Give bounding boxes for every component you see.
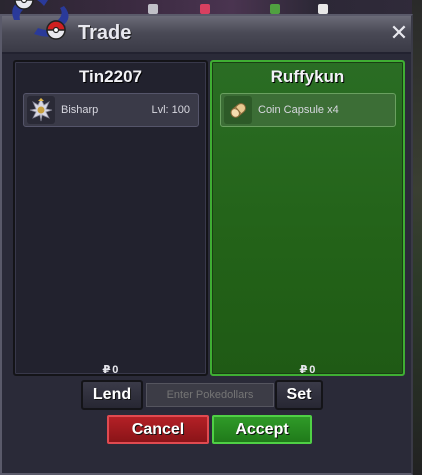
bisharp-icon — [27, 96, 55, 124]
left-player-name: Tin2207 — [78, 67, 142, 86]
pokedollar-symbol: ₽ — [299, 364, 308, 376]
window-title: Trade — [78, 22, 132, 44]
trade-item-level: Lvl: 100 — [151, 104, 190, 116]
cancel-button[interactable]: Cancel — [107, 415, 209, 444]
accept-button[interactable]: Accept — [212, 415, 312, 444]
trade-item-slot[interactable]: Coin Capsule x4 — [220, 93, 396, 127]
left-pokedollar-amount: ₽0 — [15, 363, 206, 376]
lend-button[interactable]: Lend — [81, 380, 143, 410]
right-pokedollar-amount: ₽0 — [212, 363, 403, 376]
my-offer-panel: Tin2207 Bisharp Lvl: 100 ₽0 — [13, 60, 208, 376]
world-sprite — [148, 4, 158, 14]
game-world-edge — [412, 0, 422, 475]
world-sprite — [270, 4, 280, 14]
world-sprite — [318, 4, 328, 14]
partner-offer-panel: Ruffykun Coin Capsule x4 ₽0 — [210, 60, 405, 376]
pokedollar-symbol: ₽ — [102, 364, 111, 376]
close-button[interactable]: ✕ — [388, 18, 410, 48]
trade-item-name: Coin Capsule x4 — [258, 104, 339, 116]
money-value: 0 — [112, 364, 119, 376]
trade-item-name: Bisharp — [61, 104, 99, 116]
right-player-name: Ruffykun — [270, 67, 345, 86]
pokeball-logo-icon — [12, 0, 69, 40]
coin-capsule-icon — [224, 96, 252, 124]
trade-window: Trade ✕ Tin2207 Bisharp Lvl: 100 ₽0 Ruff… — [0, 14, 413, 475]
pokedollar-input[interactable] — [146, 383, 274, 407]
money-value: 0 — [309, 364, 316, 376]
trade-item-slot[interactable]: Bisharp Lvl: 100 — [23, 93, 199, 127]
world-sprite — [200, 4, 210, 14]
set-button[interactable]: Set — [275, 380, 323, 410]
